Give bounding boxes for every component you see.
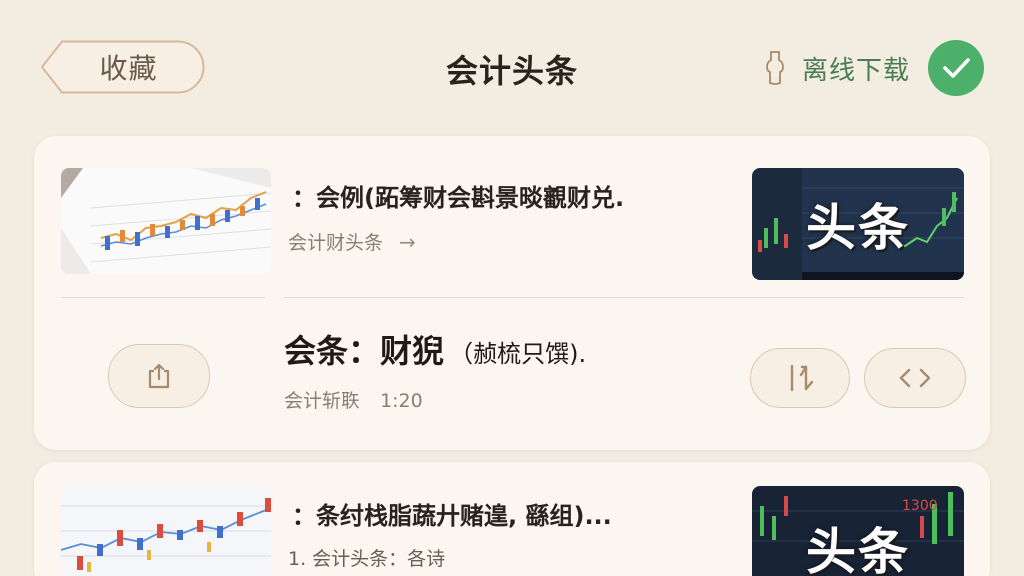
divider bbox=[284, 297, 964, 298]
article-headline[interactable]: ：会例(跖筹财会斟景晱覾财兑. bbox=[292, 178, 624, 213]
code-icon bbox=[899, 368, 931, 388]
headline-thumbnail: 1300 头条 bbox=[752, 486, 964, 576]
article-meta[interactable]: 1. 会计头条：各诗 bbox=[288, 544, 445, 571]
feature-title-sub: （赪梳只馔). bbox=[449, 340, 587, 368]
feature-title[interactable]: 会条：财猊 （赪梳只馔). bbox=[284, 326, 586, 372]
share-icon bbox=[148, 363, 170, 389]
sort-button[interactable] bbox=[750, 348, 850, 408]
feature-count: 1:20 bbox=[380, 390, 423, 412]
check-icon[interactable] bbox=[928, 40, 985, 96]
chart-thumbnail bbox=[61, 486, 271, 576]
feature-title-main: 会条：财猊 bbox=[284, 332, 445, 370]
chart-thumbnail bbox=[61, 168, 271, 274]
headline-thumbnail: 头条 bbox=[752, 168, 964, 280]
divider bbox=[61, 297, 265, 298]
offline-download-label: 离线下载 bbox=[802, 55, 911, 86]
article-card[interactable]: ：条纣栈脂蔬廾赌遑, 繇组)... 1. 会计头条：各诗 1300 头条 bbox=[34, 462, 990, 576]
sort-icon bbox=[790, 364, 814, 392]
embed-button[interactable] bbox=[864, 348, 966, 408]
app-header: 收藏 会计头条 离线下载 bbox=[0, 0, 1024, 130]
download-icon bbox=[762, 48, 788, 88]
article-card[interactable]: ：会例(跖筹财会斟景晱覾财兑. 会计财头条 → 头条 会条：财猊 （赪梳只馔).… bbox=[34, 136, 990, 450]
article-meta[interactable]: 会计财头条 → bbox=[288, 228, 416, 255]
chevron-right-icon: → bbox=[399, 229, 416, 254]
offline-download[interactable]: 离线下载 bbox=[762, 38, 985, 98]
thumbnail-caption: 头条 bbox=[806, 523, 910, 576]
feature-source: 会计斩聅 bbox=[284, 390, 361, 412]
thumbnail-caption: 头条 bbox=[806, 199, 910, 257]
share-button[interactable] bbox=[108, 344, 210, 408]
article-headline[interactable]: ：条纣栈脂蔬廾赌遑, 繇组)... bbox=[292, 496, 612, 531]
feature-meta: 会计斩聅 1:20 bbox=[284, 386, 423, 413]
article-source: 会计财头条 bbox=[288, 232, 384, 254]
article-source: 1. 会计头条：各诗 bbox=[288, 548, 446, 570]
